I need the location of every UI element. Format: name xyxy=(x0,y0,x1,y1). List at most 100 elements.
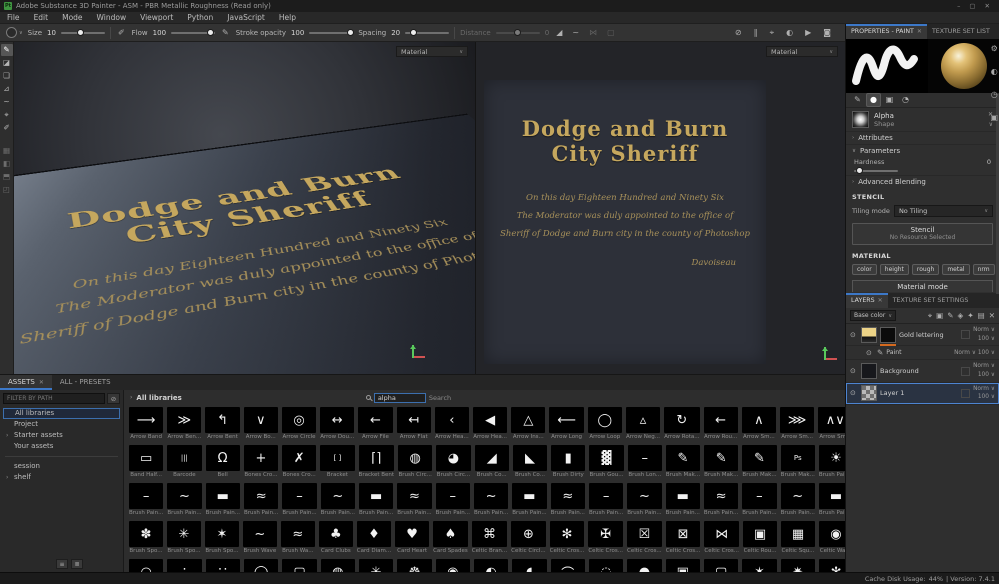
asset-card-spades[interactable]: ♠Card Spades xyxy=(432,520,469,556)
tab-texture-set-settings[interactable]: TEXTURE SET SETTINGS xyxy=(888,293,974,308)
asset-brush-mak[interactable]: ✎Brush Mak... xyxy=(703,444,739,480)
layer-opacity[interactable]: 100 xyxy=(978,336,989,342)
asset-thumbnail[interactable]: ◉ xyxy=(435,558,471,572)
asset-brush-circ[interactable]: ◍Brush Circ... xyxy=(397,444,433,480)
asset-brush-wa[interactable]: ≈Brush Wa... xyxy=(280,520,316,556)
filter-by-path-input[interactable] xyxy=(3,393,105,404)
alpha-thumbnail[interactable] xyxy=(852,111,869,128)
asset-celtic-cros[interactable]: ⋈Celtic Cros... xyxy=(703,520,740,556)
layer-channel-select[interactable]: Base color ∨ xyxy=(850,310,896,321)
falloff-icon[interactable]: ◢ xyxy=(554,28,564,37)
asset-brush-pain[interactable]: ~Brush Pain... xyxy=(473,482,509,518)
flow-slider[interactable] xyxy=(171,32,215,34)
asset-celtic-cros[interactable]: ☒Celtic Cros... xyxy=(626,520,663,556)
asset-brush-pain[interactable]: ~Brush Pain... xyxy=(780,482,816,518)
asset-celtic-rou[interactable]: ▣Celtic Rou... xyxy=(742,520,778,556)
asset-brush-pain[interactable]: ▬Brush Pain... xyxy=(205,482,241,518)
asset-celtic-bran[interactable]: ⌘Celtic Bran... xyxy=(471,520,508,556)
asset-brush-pain[interactable]: ≈Brush Pain... xyxy=(243,482,279,518)
tool-clone-icon[interactable]: ⌖ xyxy=(1,109,13,121)
asset-arrow-sm[interactable]: ⋙Arrow Sm... xyxy=(779,406,815,442)
asset-arrow-loop[interactable]: ◯Arrow Loop xyxy=(587,406,623,442)
asset-band-half[interactable]: ▭Band Half... xyxy=(128,444,164,480)
viewport-2d-display-dropdown[interactable]: Material∨ xyxy=(766,46,838,57)
environment-icon[interactable]: ◐ xyxy=(784,28,795,37)
asset-card-clubs[interactable]: ♣Card Clubs xyxy=(318,520,354,556)
visibility-eye-icon[interactable]: ⊙ xyxy=(866,349,874,357)
asset-thumbnail[interactable]: ▢ xyxy=(281,558,317,572)
tab-layers[interactable]: LAYERS✕ xyxy=(846,293,888,308)
minimize-icon[interactable]: – xyxy=(957,2,960,10)
detail-view-icon[interactable]: ≣ xyxy=(71,559,83,569)
asset-celtic-squ[interactable]: ▦Celtic Squ... xyxy=(780,520,816,556)
hardness-slider[interactable] xyxy=(854,170,898,172)
material-properties-icon[interactable]: ● xyxy=(867,94,880,106)
chevron-right-icon[interactable]: › xyxy=(6,430,8,441)
close-icon[interactable]: ✕ xyxy=(917,24,922,39)
asset-arrow-hea[interactable]: ◀Arrow Hea... xyxy=(472,406,508,442)
layer-effect-paint[interactable]: ⊙ ✎ Paint Norm ∨ 100 ∨ xyxy=(846,346,999,360)
pause-engine-icon[interactable]: ∥ xyxy=(752,28,760,37)
tool-projection-icon[interactable]: ❏ xyxy=(1,70,13,82)
shader-settings-icon[interactable]: ◐ xyxy=(990,67,998,76)
maximize-icon[interactable]: ▢ xyxy=(969,2,975,10)
brush-preview-icon[interactable] xyxy=(6,27,17,38)
size-value[interactable]: 10 xyxy=(47,29,56,37)
viewport-3d-display-dropdown[interactable]: Material∨ xyxy=(396,46,468,57)
menu-viewport[interactable]: Viewport xyxy=(133,12,180,24)
asset-brush-pain[interactable]: ~Brush Pain... xyxy=(166,482,202,518)
chevron-right-icon[interactable]: › xyxy=(130,394,132,401)
stroke-opacity-value[interactable]: 100 xyxy=(291,29,304,37)
alpha-properties-icon[interactable]: ▣ xyxy=(883,94,896,106)
asset-thumbnail[interactable]: ▣ xyxy=(665,558,701,572)
asset-brush-co[interactable]: ◢Brush Co... xyxy=(474,444,510,480)
asset-brush-spo[interactable]: ✽Brush Spo... xyxy=(128,520,164,556)
asset-arrow-sm[interactable]: ∧Arrow Sm... xyxy=(741,406,777,442)
tool-eraser-icon[interactable]: ◪ xyxy=(1,57,13,69)
channel-chip-metal[interactable]: metal xyxy=(942,264,969,275)
stroke-icon[interactable]: ✎ xyxy=(220,28,231,37)
asset-arrow-long[interactable]: ⟵Arrow Long xyxy=(548,406,584,442)
layer-mask-thumbnail[interactable] xyxy=(880,327,896,343)
asset-brush-pain[interactable]: –Brush Pain... xyxy=(741,482,777,518)
display-settings-icon[interactable]: ⚙ xyxy=(990,44,998,53)
asset-arrow-rou[interactable]: ←Arrow Rou... xyxy=(703,406,739,442)
visibility-eye-icon[interactable]: ⊙ xyxy=(850,331,858,339)
sidebar-item-starter-assets[interactable]: ›Starter assets xyxy=(3,430,120,441)
tool-material-picker-icon[interactable]: ✐ xyxy=(1,122,13,134)
asset-thumbnail[interactable]: ∷ xyxy=(205,558,241,572)
chevron-down-icon[interactable]: ∨ xyxy=(989,121,993,128)
asset-thumbnail[interactable]: ◐ xyxy=(473,558,509,572)
asset-arrow-band[interactable]: ⟶Arrow Band xyxy=(128,406,164,442)
breadcrumb[interactable]: All libraries xyxy=(136,394,181,402)
asset-thumbnail[interactable]: ▢ xyxy=(703,558,739,572)
asset-brush-pain[interactable]: ~Brush Pain... xyxy=(320,482,356,518)
stencil-resource-button[interactable]: Stencil No Resource Selected xyxy=(852,223,993,245)
menu-javascript[interactable]: JavaScript xyxy=(220,12,272,24)
close-icon[interactable]: ✕ xyxy=(878,293,883,308)
asset-brush-pain[interactable]: –Brush Pain... xyxy=(588,482,624,518)
asset-arrow-neg[interactable]: ▵Arrow Neg... xyxy=(625,406,661,442)
channel-chip-nrm[interactable]: nrm xyxy=(973,264,995,275)
asset-celtic-circl[interactable]: ⊕Celtic Circl... xyxy=(510,520,547,556)
asset-brush-mak[interactable]: ✎Brush Mak... xyxy=(741,444,777,480)
asset-arrow-ben[interactable]: ≫Arrow Ben... xyxy=(166,406,202,442)
asset-card-diam[interactable]: ♦Card Diam... xyxy=(356,520,392,556)
close-icon[interactable]: ✕ xyxy=(985,2,990,10)
stencil-properties-icon[interactable]: ◔ xyxy=(899,94,912,106)
hardness-value[interactable]: 0 xyxy=(987,158,991,166)
symmetry-icon[interactable]: ⌖ xyxy=(768,28,777,38)
lazy-mouse-icon[interactable]: ⊘ xyxy=(733,28,744,37)
add-fill-layer-icon[interactable]: ◈ xyxy=(958,311,964,321)
flow-value[interactable]: 100 xyxy=(153,29,166,37)
asset-arrow-circle[interactable]: ◎Arrow Circle xyxy=(281,406,317,442)
tab-assets[interactable]: ASSETS✕ xyxy=(0,375,52,390)
list-view-icon[interactable]: ≡ xyxy=(56,559,68,569)
asset-brush-pain[interactable]: –Brush Pain... xyxy=(128,482,164,518)
asset-brush-circ[interactable]: ◕Brush Circ... xyxy=(435,444,471,480)
search-input[interactable] xyxy=(374,393,426,403)
asset-brush-co[interactable]: ◣Brush Co... xyxy=(512,444,548,480)
add-paint-layer-icon[interactable]: ✎ xyxy=(947,311,953,321)
channel-chip-rough[interactable]: rough xyxy=(912,264,939,275)
sidebar-item-your-assets[interactable]: Your assets xyxy=(3,441,120,452)
